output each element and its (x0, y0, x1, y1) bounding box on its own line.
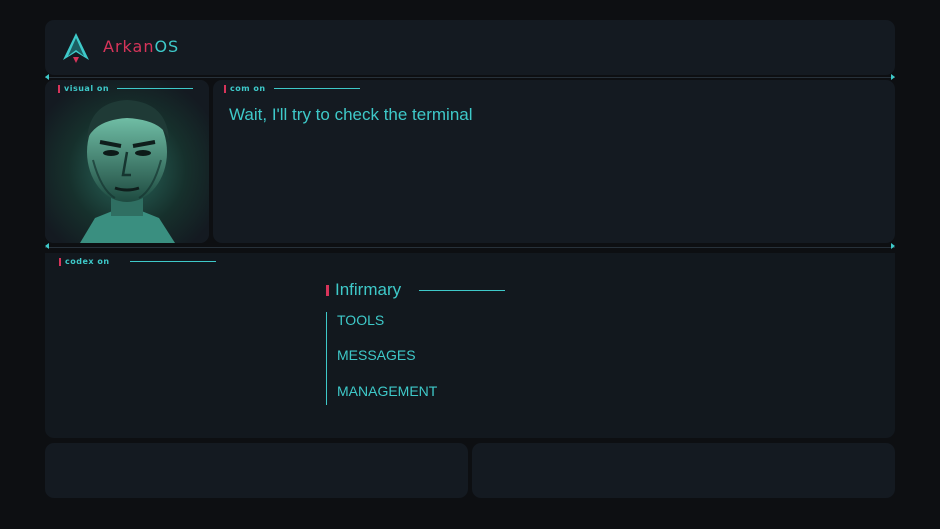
divider-middle (45, 247, 895, 248)
visual-label-text: visual on (64, 84, 110, 93)
corner-marker-icon (45, 243, 49, 249)
divider-top (45, 77, 895, 78)
label-marker (59, 257, 61, 266)
com-section-label: com on (224, 84, 360, 93)
codex-menu-title: Infirmary (335, 280, 402, 299)
menu-title-marker (326, 284, 329, 296)
menu-item-messages[interactable]: MESSAGES (337, 347, 416, 363)
app-title: ArkanOS (103, 37, 179, 56)
arkan-logo-icon (63, 33, 89, 63)
menu-item-management[interactable]: MANAGEMENT (337, 383, 437, 399)
label-underline (117, 88, 194, 89)
footer-panel-right (472, 443, 895, 498)
corner-marker-icon (891, 243, 895, 249)
app-title-arkan: Arkan (103, 37, 155, 56)
codex-label-text: codex on (65, 257, 110, 266)
com-label-text: com on (230, 84, 266, 93)
footer-panel-left (45, 443, 468, 498)
com-message: Wait, I'll try to check the terminal (229, 105, 473, 124)
app-title-os: OS (154, 37, 180, 56)
label-underline (129, 261, 216, 262)
label-underline (273, 88, 360, 89)
codex-menu-header: Infirmary (326, 280, 506, 300)
label-marker (224, 84, 226, 93)
visual-panel (45, 80, 209, 243)
visual-section-label: visual on (58, 84, 194, 93)
corner-marker-icon (891, 74, 895, 80)
app-root: ArkanOS visual on com on Wait, I'll try … (0, 0, 940, 529)
codex-menu-list: TOOLS MESSAGES MANAGEMENT (326, 312, 507, 405)
codex-section-label: codex on (59, 257, 216, 266)
menu-item-tools[interactable]: TOOLS (337, 312, 384, 328)
label-marker (58, 84, 60, 93)
menu-title-underline (419, 289, 506, 291)
avatar-portrait (45, 80, 209, 243)
